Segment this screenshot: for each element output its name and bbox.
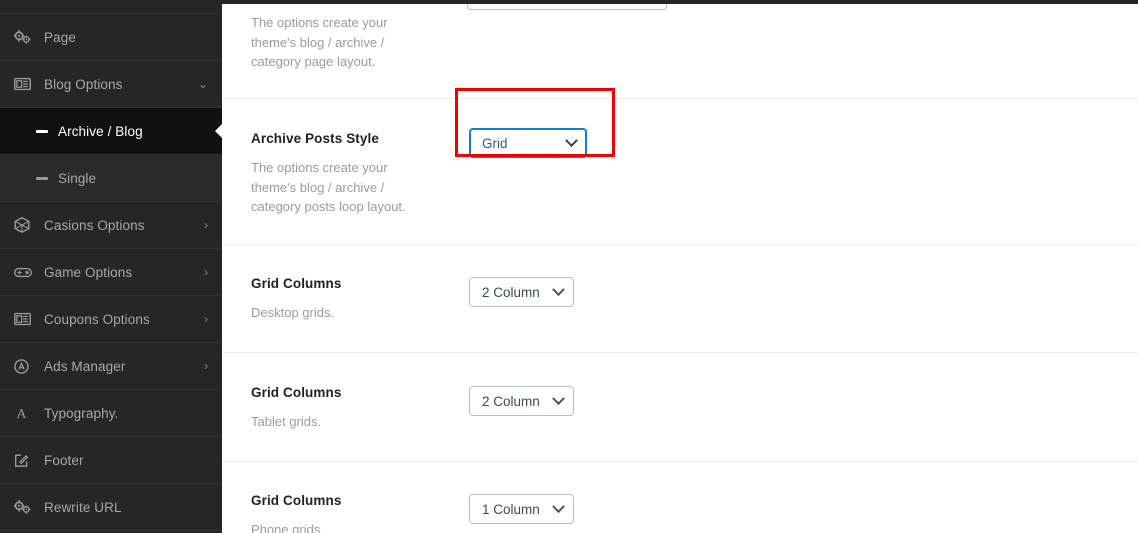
font-icon: A xyxy=(14,406,36,421)
archive-posts-style-value: Grid xyxy=(482,135,508,151)
sidebar-item-single[interactable]: Single xyxy=(0,155,222,202)
chevron-down-icon: ⌄ xyxy=(197,77,208,91)
chevron-down-icon xyxy=(551,282,565,296)
section-left: Grid Columns Desktop grids. xyxy=(251,245,469,323)
section-grid-columns-tablet: Grid Columns Tablet grids. 2 Column xyxy=(222,353,1138,462)
sidebar-item-label: Game Options xyxy=(44,264,133,280)
chevron-right-icon: › xyxy=(204,312,208,326)
cogs-icon xyxy=(14,499,36,515)
section-grid-columns-desktop: Grid Columns Desktop grids. 2 Column xyxy=(222,245,1138,353)
chevron-right-icon: › xyxy=(204,218,208,232)
section-left: Archive Posts Style The options create y… xyxy=(251,99,469,217)
chevron-down-icon xyxy=(565,133,578,147)
section-left: Grid Columns Tablet grids. xyxy=(251,353,469,432)
section-title: Grid Columns xyxy=(251,493,342,508)
sidebar-item-game-options[interactable]: Game Options › xyxy=(0,249,222,296)
sidebar-item-page[interactable]: Page xyxy=(0,14,222,61)
sidebar-item-label: Footer xyxy=(44,452,84,468)
section-description: Desktop grids. xyxy=(251,305,335,320)
section-left: The options create your theme's blog / a… xyxy=(251,0,469,72)
sidebar-item-casions-options[interactable]: Casions Options › xyxy=(0,202,222,249)
grid-columns-phone-value: 1 Column xyxy=(482,501,540,517)
sidebar-item-label: Ads Manager xyxy=(44,358,126,374)
pencil-square-icon xyxy=(14,453,36,468)
section-description: Phone grids. xyxy=(251,522,324,533)
sidebar-item-partial-top[interactable] xyxy=(0,0,222,14)
ad-circle-icon xyxy=(14,358,36,374)
sidebar-item-label: Casions Options xyxy=(44,217,145,233)
section-grid-columns-phone: Grid Columns Phone grids. 1 Column xyxy=(222,462,1138,533)
dice-icon xyxy=(14,217,36,233)
cogs-icon xyxy=(14,29,36,45)
archive-posts-style-select[interactable]: Grid xyxy=(469,128,587,158)
sidebar-item-coupons-options[interactable]: Coupons Options › xyxy=(0,296,222,343)
section-description: The options create your theme's blog / a… xyxy=(251,160,406,214)
svg-text:A: A xyxy=(16,406,27,421)
active-pointer-icon xyxy=(215,124,222,138)
sidebar-item-label: Typography. xyxy=(44,405,119,421)
section-title: Grid Columns xyxy=(251,276,342,291)
sidebar-item-typography[interactable]: A Typography. xyxy=(0,390,222,437)
options-page: Page Blog Options ⌄ Archive / Blog Singl… xyxy=(0,0,1138,533)
options-content-panel: Content - Primary Sidebar The options cr… xyxy=(222,0,1138,533)
chevron-right-icon: › xyxy=(204,265,208,279)
section-right: 2 Column xyxy=(469,245,1138,307)
section-left: Grid Columns Phone grids. xyxy=(251,462,469,533)
grid-columns-desktop-select[interactable]: 2 Column xyxy=(469,277,574,307)
sidebar-item-footer[interactable]: Footer xyxy=(0,437,222,484)
section-archive-posts-style: Archive Posts Style The options create y… xyxy=(222,88,1138,245)
section-description: Tablet grids. xyxy=(251,414,322,429)
sidebar-item-archive-blog[interactable]: Archive / Blog xyxy=(0,108,222,155)
grid-columns-phone-select[interactable]: 1 Column xyxy=(469,494,574,524)
section-page-layout: The options create your theme's blog / a… xyxy=(222,0,1138,99)
sidebar-item-label: Blog Options xyxy=(44,76,123,92)
newspaper-icon xyxy=(14,312,36,326)
top-edge-strip xyxy=(222,0,1138,4)
sidebar-item-label: Single xyxy=(58,170,97,186)
chevron-right-icon: › xyxy=(204,359,208,373)
sidebar-item-label: Coupons Options xyxy=(44,311,150,327)
sidebar-nav: Page Blog Options ⌄ Archive / Blog Singl… xyxy=(0,0,222,533)
gamepad-icon xyxy=(14,267,36,278)
section-right: 2 Column xyxy=(469,353,1138,416)
section-description: The options create your theme's blog / a… xyxy=(251,15,388,69)
sidebar-item-label: Page xyxy=(44,29,76,45)
grid-columns-desktop-value: 2 Column xyxy=(482,284,540,300)
section-title: Archive Posts Style xyxy=(251,131,379,146)
sidebar-item-label: Archive / Blog xyxy=(58,123,143,139)
newspaper-icon xyxy=(14,77,36,91)
dash-icon xyxy=(36,176,48,180)
dash-icon xyxy=(36,129,48,133)
sidebar-item-rewrite-url[interactable]: Rewrite URL xyxy=(0,484,222,531)
section-right: Grid xyxy=(455,88,1138,158)
section-title: Grid Columns xyxy=(251,385,342,400)
sidebar-item-blog-options[interactable]: Blog Options ⌄ xyxy=(0,61,222,108)
chevron-down-icon xyxy=(551,499,565,513)
chevron-down-icon xyxy=(551,391,565,405)
grid-columns-tablet-select[interactable]: 2 Column xyxy=(469,386,574,416)
grid-columns-tablet-value: 2 Column xyxy=(482,393,540,409)
sidebar-item-label: Rewrite URL xyxy=(44,499,122,515)
sidebar-item-ads-manager[interactable]: Ads Manager › xyxy=(0,343,222,390)
section-right: 1 Column xyxy=(469,462,1138,524)
